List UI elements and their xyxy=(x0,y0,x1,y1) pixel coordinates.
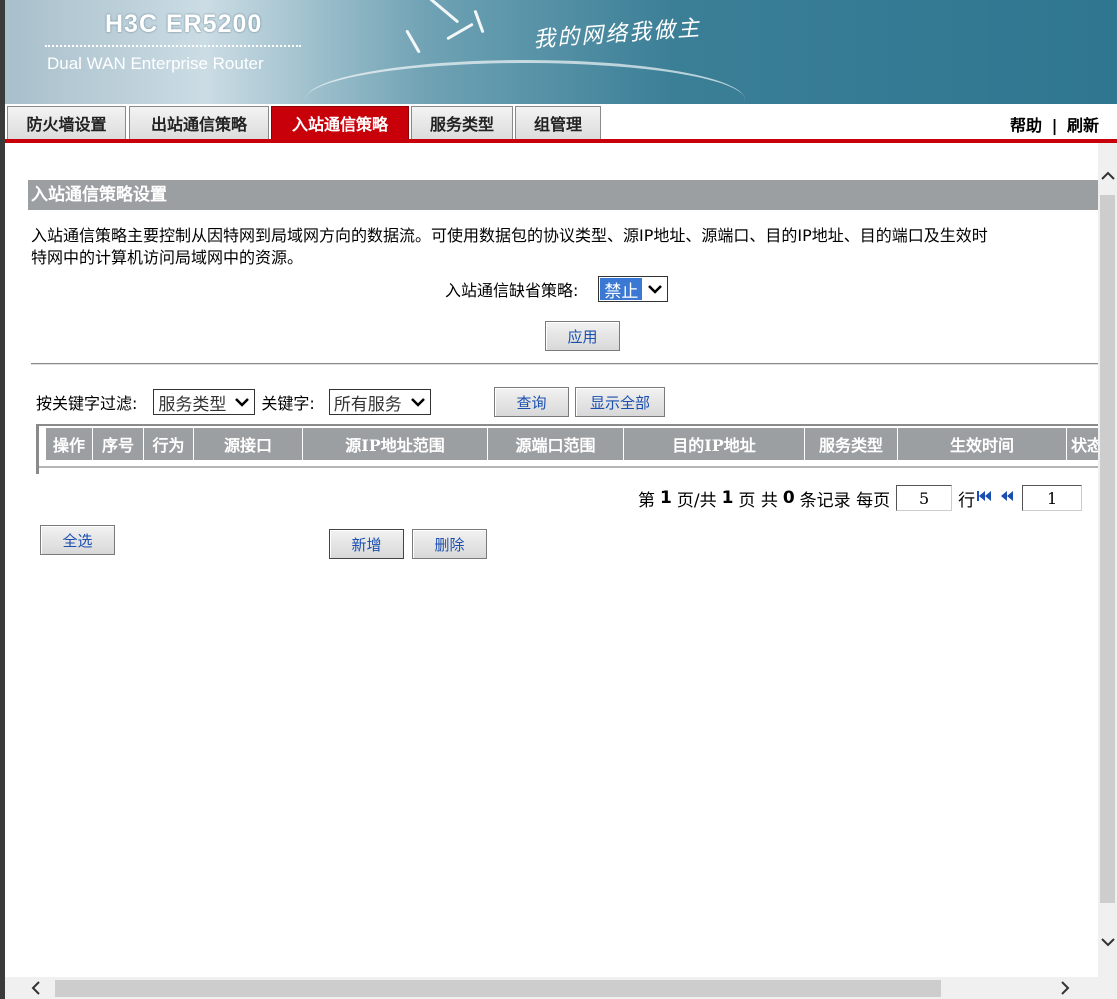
help-link[interactable]: 帮助 xyxy=(1010,116,1042,135)
table-bottom-border xyxy=(39,466,1098,468)
column-header: 行为 xyxy=(144,428,194,460)
scroll-down-icon[interactable] xyxy=(1098,927,1117,957)
chevron-down-icon xyxy=(643,277,667,301)
default-policy-select[interactable]: 禁止 xyxy=(598,276,669,302)
tab-inbound-policy[interactable]: 入站通信策略 xyxy=(271,106,409,139)
previous-page-icon[interactable] xyxy=(1000,489,1014,507)
query-button[interactable]: 查询 xyxy=(494,387,569,417)
main-content: 入站通信策略设置 入站通信策略主要控制从因特网到局域网方向的数据流。可使用数据包… xyxy=(5,143,1098,977)
pager-total-pages: 1 xyxy=(721,488,734,508)
filter-field-select[interactable]: 服务类型 xyxy=(153,389,256,415)
header-links: 帮助 | 刷新 xyxy=(1010,112,1099,136)
header-banner: H3C ER5200 Dual WAN Enterprise Router 我的… xyxy=(5,0,1117,104)
column-header: 源端口范围 xyxy=(488,428,624,460)
cable-graphic xyxy=(446,22,474,41)
tab-firewall-settings[interactable]: 防火墙设置 xyxy=(7,106,126,139)
description-line-2: 特网中的计算机访问局域网中的资源。 xyxy=(31,248,304,267)
table-header: 操作 序号 行为 源接口 源IP地址范围 源端口范围 目的IP地址 服务类型 生… xyxy=(46,428,1098,460)
chevron-down-icon xyxy=(406,390,430,414)
cable-graphic xyxy=(473,9,485,34)
column-header: 序号 xyxy=(93,428,144,460)
section-title: 入站通信策略设置 xyxy=(28,180,1098,210)
first-page-icon[interactable] xyxy=(976,489,992,507)
column-header: 状态 xyxy=(1067,428,1098,460)
brand-dotted-rule xyxy=(45,45,301,47)
brand-title: H3C ER5200 xyxy=(105,10,263,38)
horizontal-scroll-thumb[interactable] xyxy=(55,980,941,997)
filter-row: 按关键字过滤: 服务类型 关键字: 所有服务 xyxy=(36,387,431,417)
link-separator: | xyxy=(1051,116,1058,135)
horizontal-scrollbar[interactable] xyxy=(5,977,1117,999)
cable-graphic xyxy=(405,29,421,54)
vertical-scroll-thumb[interactable] xyxy=(1100,195,1115,903)
pager-records-suffix: 条记录 每页 xyxy=(799,490,891,511)
pagination: 第 1 页/共 1 页 共 0 条记录 每页 5 行 1 xyxy=(638,484,1083,512)
tab-service-types[interactable]: 服务类型 xyxy=(411,106,513,139)
scroll-up-icon[interactable] xyxy=(1098,161,1117,191)
pager-prefix: 第 xyxy=(638,490,655,511)
section-description: 入站通信策略主要控制从因特网到局域网方向的数据流。可使用数据包的协议类型、源IP… xyxy=(31,225,1098,269)
show-all-button[interactable]: 显示全部 xyxy=(575,387,665,417)
cable-graphic xyxy=(426,0,460,24)
router-admin-page: H3C ER5200 Dual WAN Enterprise Router 我的… xyxy=(0,0,1117,999)
scroll-right-icon[interactable] xyxy=(1050,977,1080,999)
pager-page-sep: 页/共 xyxy=(676,490,717,511)
tab-group-management[interactable]: 组管理 xyxy=(515,106,601,139)
tab-bar: 防火墙设置 出站通信策略 入站通信策略 服务类型 组管理 帮助 | 刷新 xyxy=(5,104,1117,143)
pager-rows-label: 行 xyxy=(958,490,976,511)
default-policy-value: 禁止 xyxy=(600,278,643,302)
keyword-value: 所有服务 xyxy=(333,394,402,415)
default-policy-label: 入站通信缺省策略: xyxy=(445,281,579,300)
brand-subtitle: Dual WAN Enterprise Router xyxy=(47,54,264,73)
filter-field-value: 服务类型 xyxy=(158,394,227,415)
description-line-1: 入站通信策略主要控制从因特网到局域网方向的数据流。可使用数据包的协议类型、源IP… xyxy=(31,226,988,245)
select-all-button[interactable]: 全选 xyxy=(40,525,115,555)
chevron-down-icon xyxy=(230,390,254,414)
refresh-link[interactable]: 刷新 xyxy=(1067,116,1099,135)
keyword-label: 关键字: xyxy=(261,394,315,413)
delete-button[interactable]: 删除 xyxy=(412,529,487,559)
banner-swoosh xyxy=(305,60,745,104)
column-header: 操作 xyxy=(46,428,93,460)
per-page-input[interactable]: 5 xyxy=(896,485,953,511)
keyword-select[interactable]: 所有服务 xyxy=(328,389,431,415)
page-number-input[interactable]: 1 xyxy=(1022,485,1083,511)
pager-current-page: 1 xyxy=(660,488,672,508)
tab-outbound-policy[interactable]: 出站通信策略 xyxy=(129,106,269,139)
brand-slogan: 我的网络我做主 xyxy=(532,16,702,53)
pager-record-count: 0 xyxy=(782,488,795,508)
add-button[interactable]: 新增 xyxy=(329,529,404,559)
column-header: 生效时间 xyxy=(898,428,1067,460)
default-policy-row: 入站通信缺省策略: 禁止 xyxy=(445,276,669,302)
section-divider xyxy=(31,363,1098,365)
scroll-left-icon[interactable] xyxy=(21,977,51,999)
column-header: 源接口 xyxy=(194,428,303,460)
column-header: 源IP地址范围 xyxy=(303,428,488,460)
apply-button[interactable]: 应用 xyxy=(545,321,620,351)
vertical-scrollbar[interactable] xyxy=(1098,143,1117,977)
policy-table: 操作 序号 行为 源接口 源IP地址范围 源端口范围 目的IP地址 服务类型 生… xyxy=(36,424,1098,474)
column-header: 服务类型 xyxy=(805,428,898,460)
filter-label: 按关键字过滤: xyxy=(36,394,138,413)
column-header: 目的IP地址 xyxy=(624,428,805,460)
pager-pages-suffix: 页 共 xyxy=(738,490,778,511)
